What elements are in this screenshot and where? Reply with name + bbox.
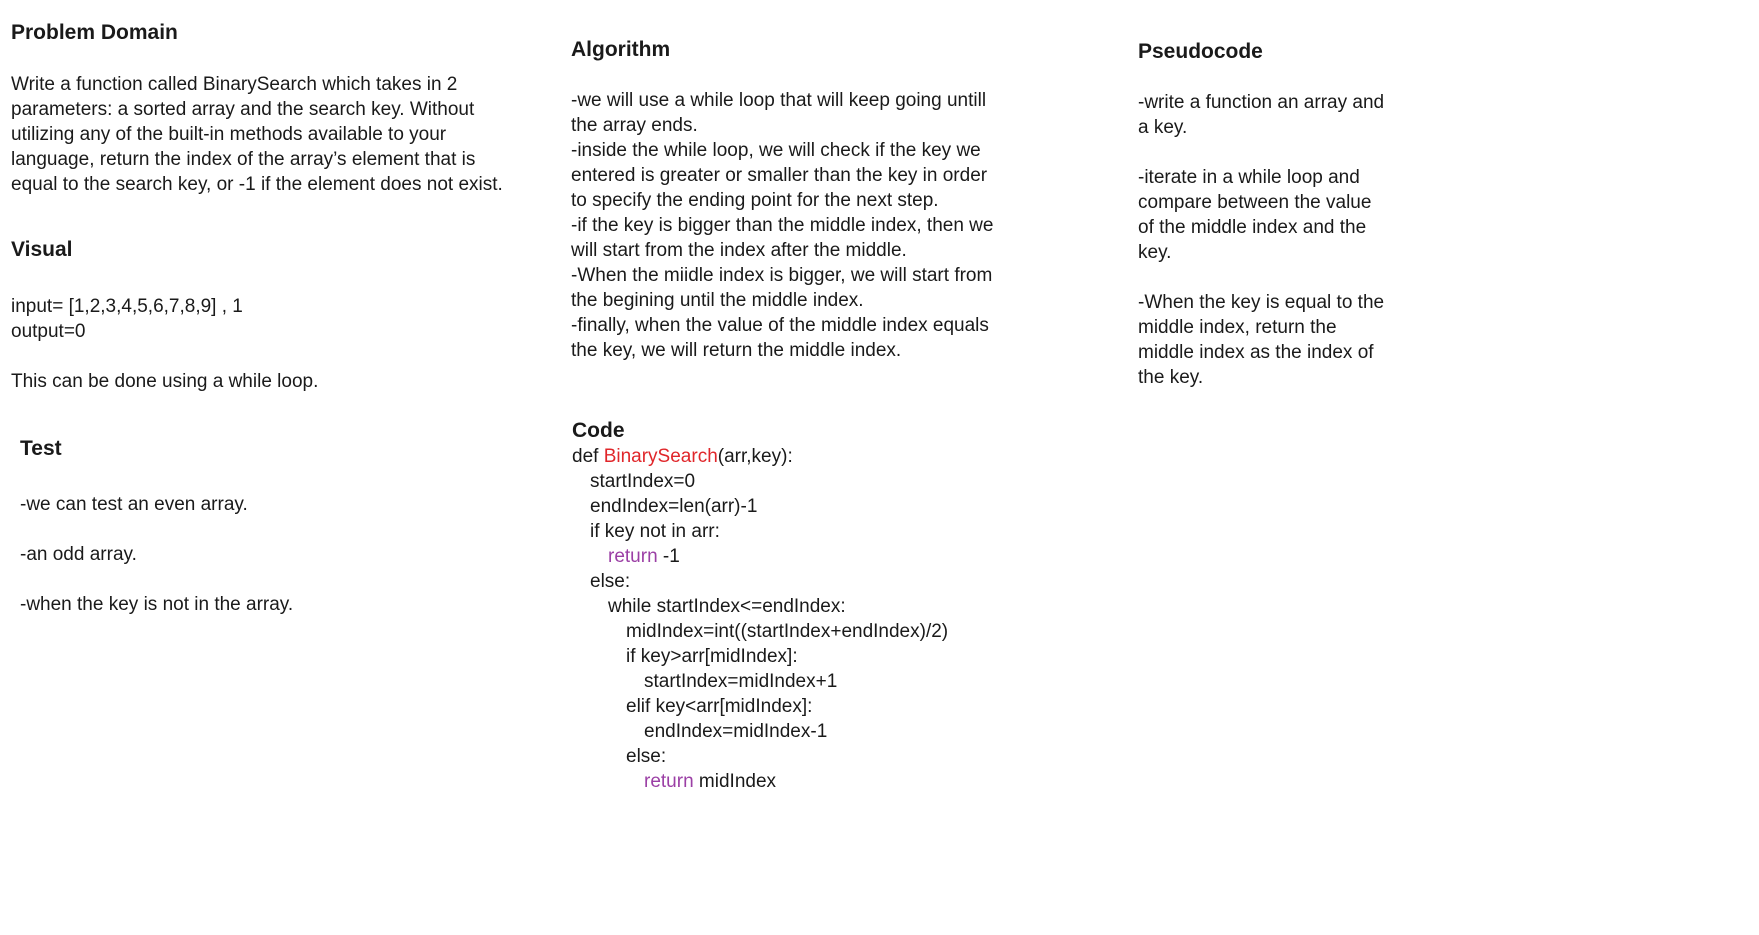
visual-note: This can be done using a while loop. [11, 371, 319, 392]
code-line: return midIndex [572, 769, 1032, 794]
code-line: startIndex=0 [590, 471, 696, 492]
problem-domain-line: parameters: a sorted array and the searc… [11, 99, 475, 120]
pseudocode-line: -write a function an array and [1138, 92, 1385, 113]
return-value: midIndex [693, 771, 777, 792]
test-heading: Test [20, 437, 62, 460]
pseudocode-line: -iterate in a while loop and [1138, 167, 1360, 188]
return-value: -1 [657, 546, 680, 567]
pseudocode-line: key. [1138, 242, 1172, 263]
pseudocode-heading: Pseudocode [1138, 40, 1263, 63]
code-line: midIndex=int((startIndex+endIndex)/2) [626, 621, 949, 642]
test-section: Test -we can test an even array. -an odd… [20, 436, 520, 617]
def-params: (arr,key): [717, 446, 793, 467]
algorithm-line: the key, we will return the middle index… [571, 340, 902, 361]
pseudocode-line: middle index as the index of [1138, 342, 1374, 363]
test-item: -we can test an even array. [20, 494, 248, 515]
algorithm-line: -When the miidle index is bigger, we wil… [571, 265, 993, 286]
code-line: elif key<arr[midIndex]: [626, 696, 813, 717]
pseudocode-section: Pseudocode -write a function an array an… [1138, 39, 1438, 390]
algorithm-section: Algorithm -we will use a while loop that… [571, 37, 1031, 363]
problem-domain-line: utilizing any of the built-in methods av… [11, 124, 447, 145]
problem-domain-line: equal to the search key, or -1 if the el… [11, 174, 503, 195]
code-line: while startIndex<=endIndex: [608, 596, 846, 617]
function-name: BinarySearch [603, 446, 718, 467]
code-line: return -1 [572, 544, 1032, 569]
algorithm-line: -if the key is bigger than the middle in… [571, 215, 994, 236]
pseudocode-line: compare between the value [1138, 192, 1372, 213]
problem-domain-line: Write a function called BinarySearch whi… [11, 74, 458, 95]
algorithm-line: the begining until the middle index. [571, 290, 864, 311]
code-section: Code def BinarySearch(arr,key): startInd… [572, 418, 1032, 794]
problem-domain-section: Problem Domain Write a function called B… [11, 20, 531, 197]
pseudocode-line: a key. [1138, 117, 1188, 138]
visual-output-line: output=0 [11, 321, 86, 342]
return-keyword: return [644, 771, 694, 792]
visual-heading: Visual [11, 238, 73, 261]
algorithm-line: -finally, when the value of the middle i… [571, 315, 989, 336]
problem-domain-heading: Problem Domain [11, 21, 178, 44]
code-line: else: [590, 571, 631, 592]
visual-section: Visual input= [1,2,3,4,5,6,7,8,9] , 1 ou… [11, 237, 531, 394]
pseudocode-line: of the middle index and the [1138, 217, 1367, 238]
code-line: else: [626, 746, 667, 767]
code-line: if key not in arr: [590, 521, 720, 542]
algorithm-line: -inside the while loop, we will check if… [571, 140, 981, 161]
algorithm-line: -we will use a while loop that will keep… [571, 90, 987, 111]
test-item: -when the key is not in the array. [20, 594, 294, 615]
code-line: startIndex=midIndex+1 [644, 671, 838, 692]
pseudocode-line: middle index, return the [1138, 317, 1337, 338]
code-line: endIndex=len(arr)-1 [590, 496, 758, 517]
pseudocode-line: the key. [1138, 367, 1204, 388]
problem-domain-line: language, return the index of the array’… [11, 149, 476, 170]
pseudocode-line: -When the key is equal to the [1138, 292, 1385, 313]
code-line-def: def BinarySearch(arr,key): [572, 444, 1032, 469]
code-heading: Code [572, 419, 625, 442]
algorithm-line: the array ends. [571, 115, 698, 136]
algorithm-line: entered is greater or smaller than the k… [571, 165, 988, 186]
algorithm-line: to specify the ending point for the next… [571, 190, 939, 211]
def-keyword: def [572, 446, 604, 467]
algorithm-heading: Algorithm [571, 38, 671, 61]
code-line: endIndex=midIndex-1 [644, 721, 828, 742]
algorithm-line: will start from the index after the midd… [571, 240, 907, 261]
return-keyword: return [608, 546, 658, 567]
visual-input-line: input= [1,2,3,4,5,6,7,8,9] , 1 [11, 296, 243, 317]
test-item: -an odd array. [20, 544, 137, 565]
code-line: if key>arr[midIndex]: [626, 646, 798, 667]
